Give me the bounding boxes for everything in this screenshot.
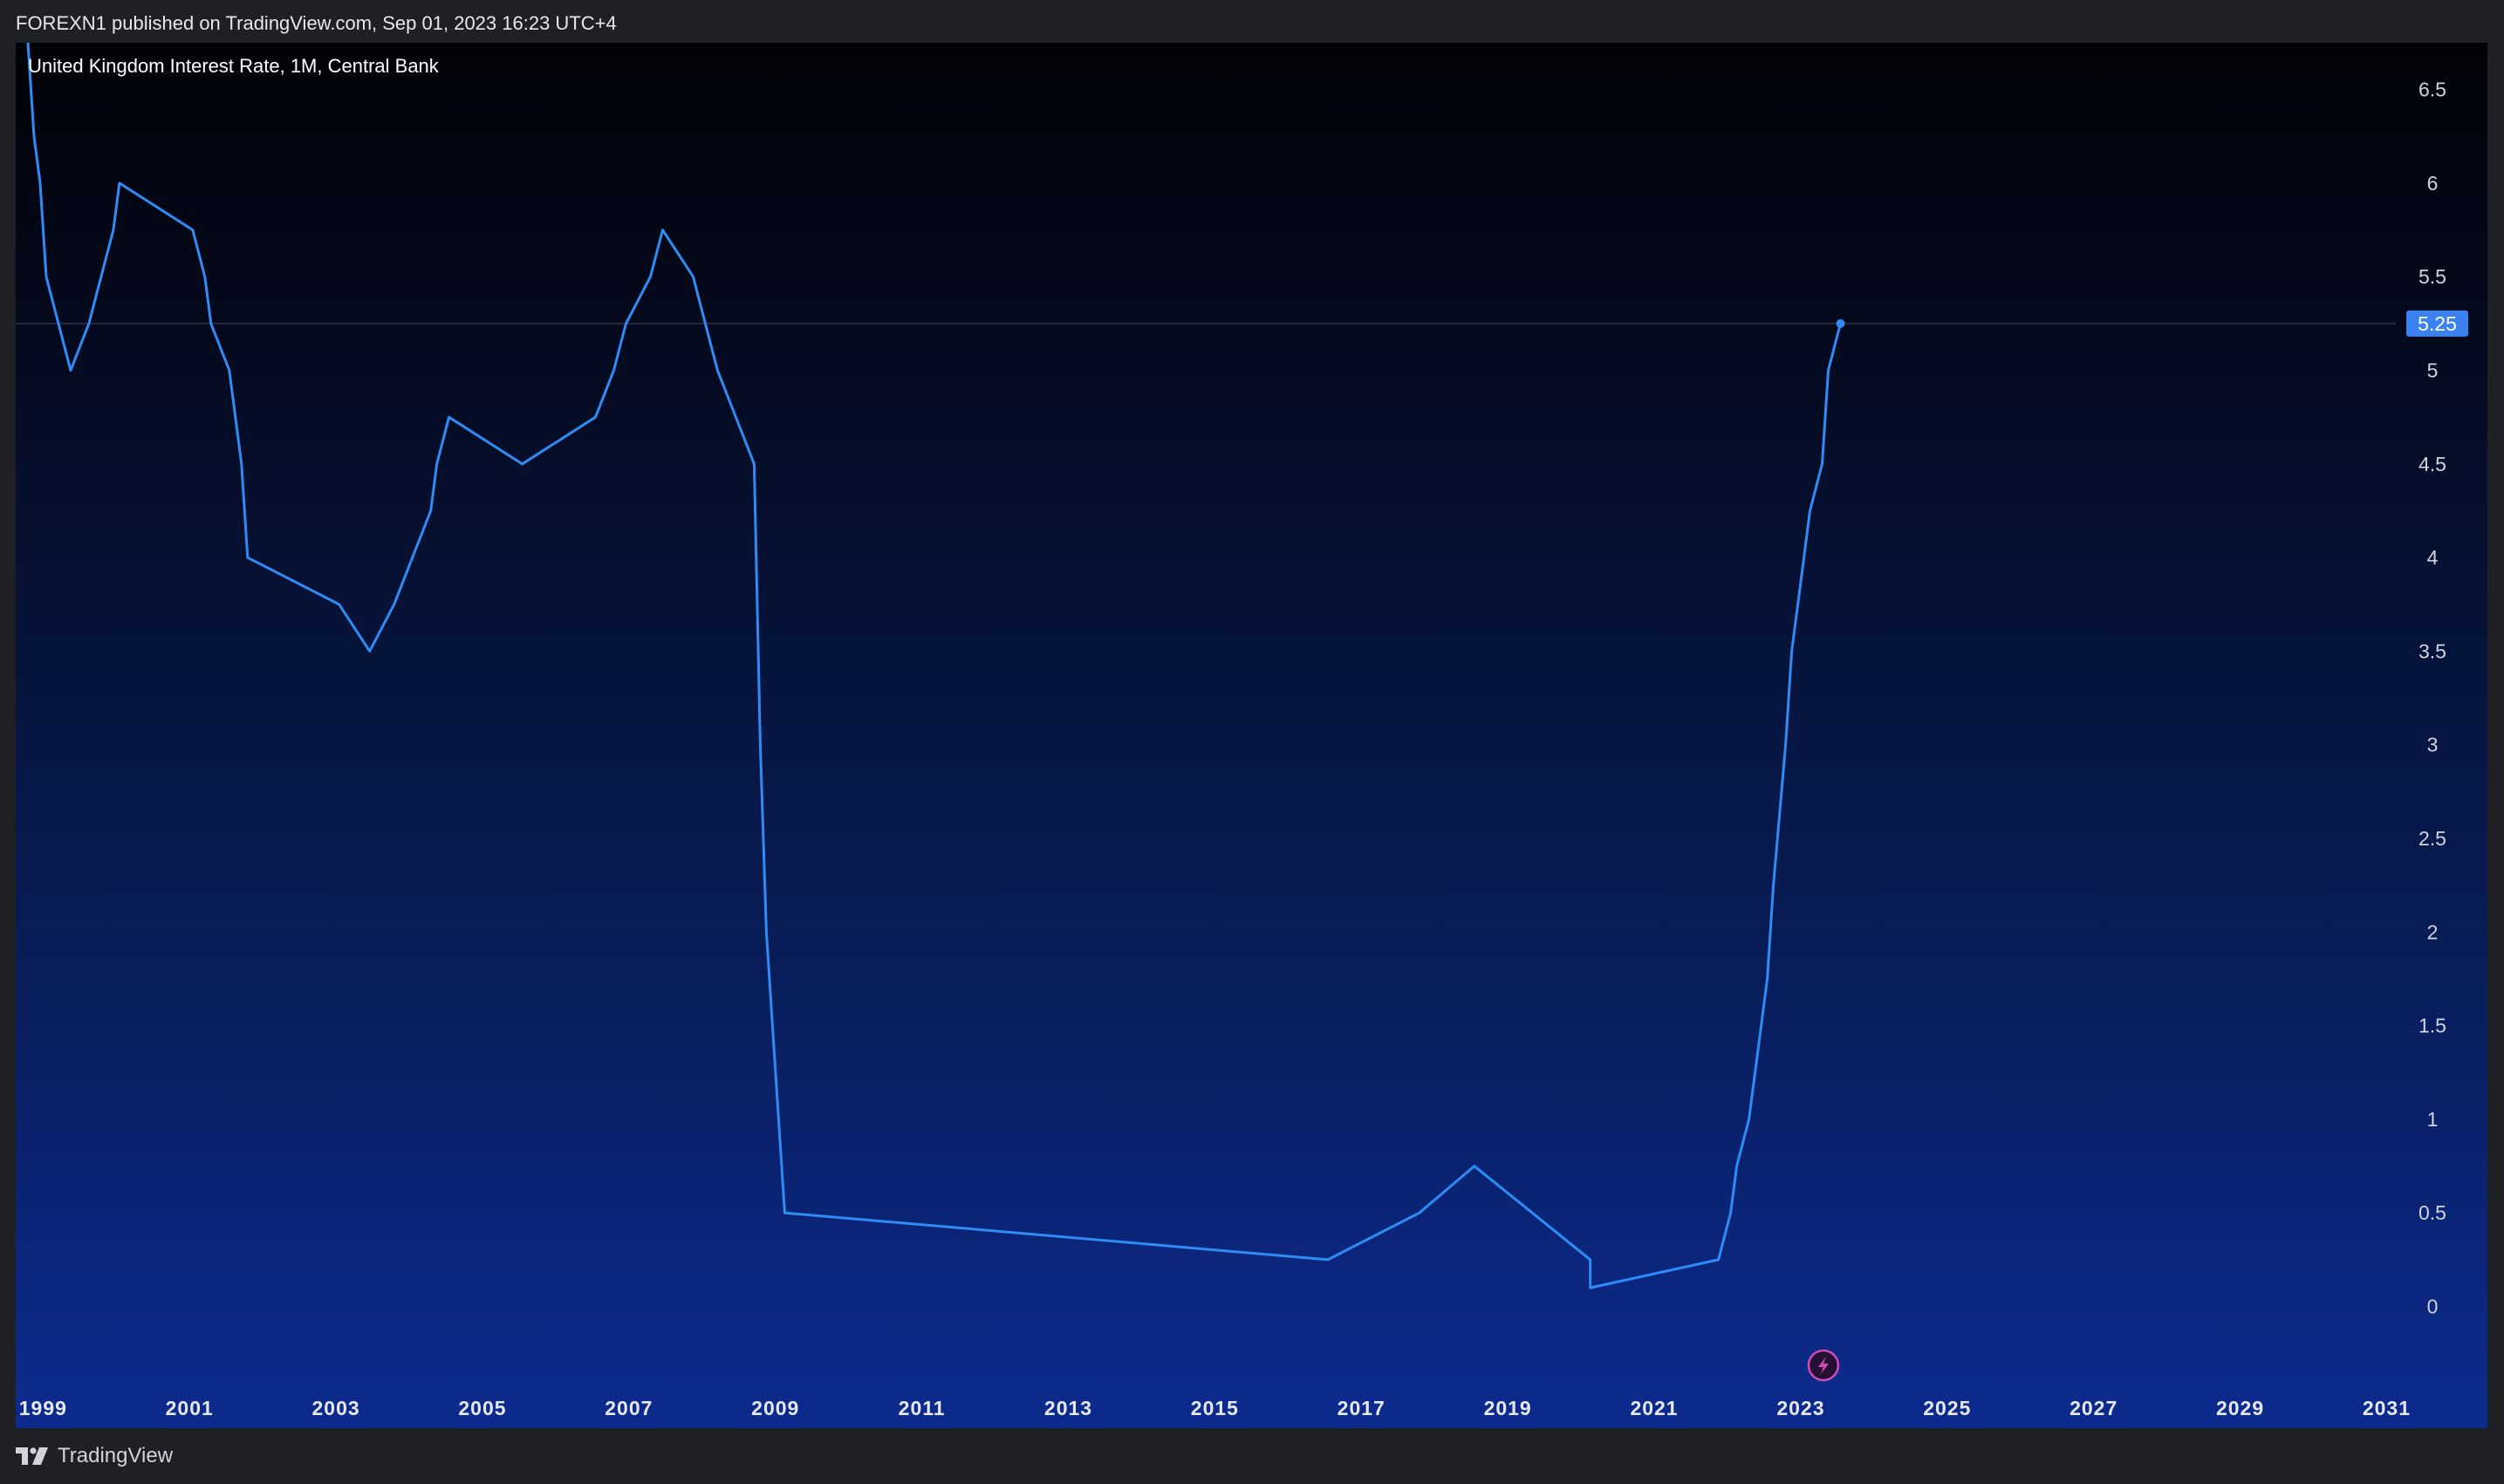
x-tick-label: 2001 [166,1397,214,1419]
series-layer [26,43,1845,1289]
x-tick-label: 2013 [1044,1397,1092,1419]
chart-canvas[interactable]: 0 0.5 1 1.5 2 2.5 3 3.5 4 4.5 5 5.5 6 6.5 1999 2001 200… [16,43,2487,1428]
x-tick-label: 2023 [1776,1397,1824,1419]
y-axis[interactable]: 0 0.5 1 1.5 2 2.5 3 3.5 4 4.5 5 5.5 6 6.5 [2418,79,2446,1318]
y-tick-label: 2.5 [2418,827,2446,850]
x-tick-label: 2019 [1484,1397,1532,1419]
x-tick-label: 2017 [1338,1397,1385,1419]
tradingview-logo-icon [16,1447,48,1465]
footer-brand-label: TradingView [58,1444,174,1467]
x-tick-label: 2005 [458,1397,506,1419]
lightning-bolt-icon[interactable] [1807,1349,1840,1382]
x-tick-label: 2011 [899,1397,946,1419]
x-tick-label: 2009 [751,1397,799,1419]
x-tick-label: 2027 [2070,1397,2117,1419]
y-tick-label: 3 [2427,734,2439,756]
x-tick-label: 2003 [312,1397,360,1419]
y-tick-label: 0 [2427,1296,2439,1318]
y-tick-label: 4.5 [2418,453,2446,475]
x-tick-label: 2031 [2363,1397,2411,1419]
y-tick-label: 2 [2427,920,2439,943]
last-value-label: 5.25 [2418,312,2457,335]
y-tick-label: 5 [2427,359,2439,382]
y-tick-label: 1 [2427,1108,2439,1131]
y-tick-label: 6 [2427,172,2439,195]
chart-panel[interactable]: 0 0.5 1 1.5 2 2.5 3 3.5 4 4.5 5 5.5 6 6.5 1999 2001 200… [16,43,2487,1428]
last-value-layer: 5.25 [2406,310,2468,337]
chart-title: United Kingdom Interest Rate, 1M, Centra… [28,55,439,77]
y-tick-label: 4 [2427,546,2439,569]
footer-brand[interactable]: TradingView [16,1444,173,1468]
x-tick-label: 2029 [2216,1397,2264,1419]
x-axis[interactable]: 1999 2001 2003 2005 2007 2009 2011 2013 2015 2017… [19,1397,2411,1419]
last-point [1836,318,1845,328]
y-tick-label: 6.5 [2418,79,2446,101]
x-tick-label: 1999 [19,1397,67,1419]
x-tick-label: 2015 [1191,1397,1239,1419]
x-tick-label: 2025 [1923,1397,1971,1419]
y-tick-label: 1.5 [2418,1015,2446,1037]
x-tick-label: 2021 [1630,1397,1678,1419]
x-tick-label: 2007 [605,1397,653,1419]
y-tick-label: 5.5 [2418,265,2446,288]
publish-info: FOREXN1 published on TradingView.com, Se… [16,12,617,34]
y-tick-label: 0.5 [2418,1201,2446,1224]
y-tick-label: 3.5 [2418,639,2446,662]
series-line [26,43,1842,1289]
event-layer[interactable] [1807,1349,1840,1382]
